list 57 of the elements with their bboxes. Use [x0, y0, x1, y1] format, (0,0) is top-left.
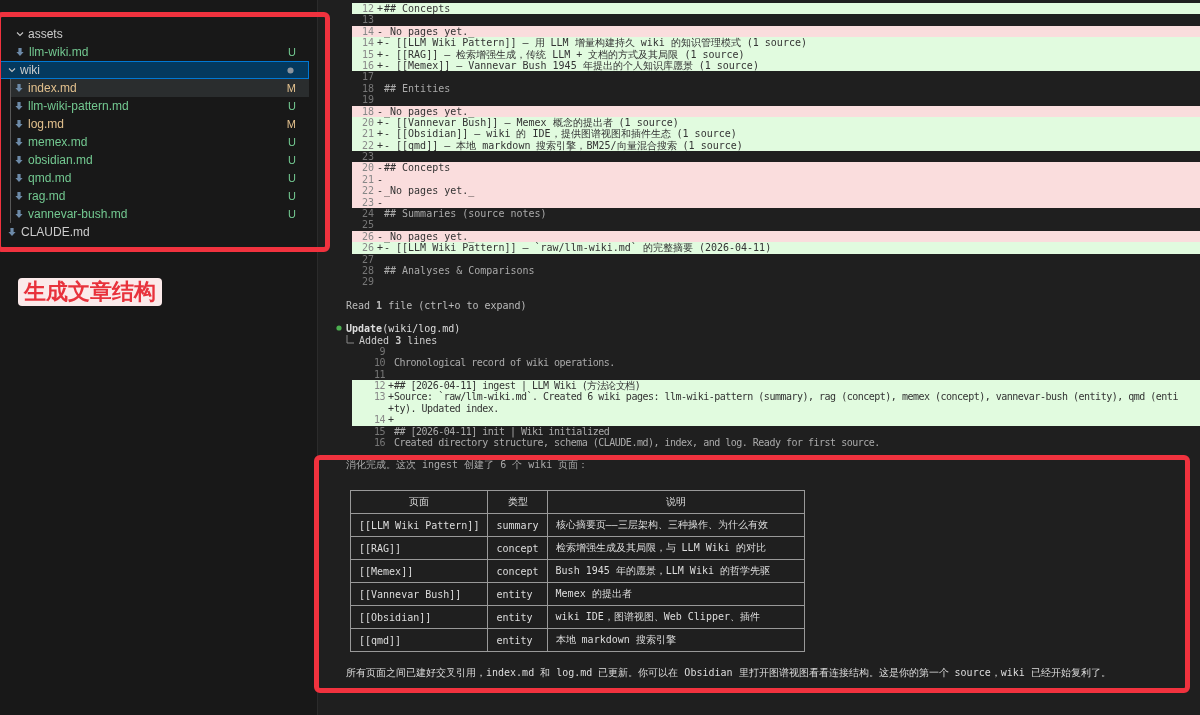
file-icon — [16, 47, 24, 57]
table-cell: [[qmd]] — [350, 628, 488, 652]
tree-item[interactable]: llm-wiki-pattern.md U — [11, 97, 309, 115]
annotation-label: 生成文章结构 — [18, 278, 162, 306]
diff-line: 19 — [360, 94, 375, 106]
tree-item[interactable]: qmd.md U — [11, 169, 309, 187]
branch-icon — [346, 335, 354, 346]
table-cell: [[Memex]] — [350, 559, 488, 583]
status-dot-icon — [336, 325, 342, 332]
table-cell: concept — [487, 536, 548, 560]
diff-line: 27 — [360, 253, 375, 265]
table-cell: summary — [487, 513, 548, 537]
diff-line: 29 — [360, 276, 375, 288]
tree-item[interactable]: index.md M — [11, 79, 309, 97]
summary-heading: 消化完成。这次 ingest 创建了 6 个 wiki 页面： — [346, 458, 590, 472]
column-header: 说明 — [547, 490, 805, 514]
tree-item[interactable]: vannevar-bush.md U — [11, 205, 309, 223]
tree-item[interactable]: rag.md U — [11, 187, 309, 205]
tree-item[interactable]: obsidian.md U — [11, 151, 309, 169]
table-cell: entity — [487, 628, 548, 652]
table-cell: Bush 1945 年的愿景，LLM Wiki 的哲学先驱 — [547, 559, 805, 583]
diff-line: 24 ## Summaries (source notes) — [360, 208, 548, 220]
summary-paragraph: 所有页面之间已建好交叉引用，index.md 和 log.md 已更新。你可以在 Obsidian 里打开图谱视图看看连接结构。这是你的第一个 source，wiki 已经开始复利了。 — [346, 666, 1112, 680]
diff-line: 18 ## Entities — [360, 82, 452, 95]
table-cell: entity — [487, 582, 548, 606]
table-cell: [[Obsidian]] — [350, 605, 488, 629]
column-header: 页面 — [350, 490, 488, 514]
tree-item[interactable]: wiki — [0, 61, 309, 79]
diff-line: 17 — [360, 71, 375, 83]
diff-line: 9 — [378, 345, 386, 358]
diff-line: 15 ## [2026-04-11] init | Wiki initialized — [372, 425, 611, 437]
tree-item[interactable]: log.md M — [11, 115, 309, 133]
tree-item[interactable]: CLAUDE.md — [0, 223, 309, 241]
table-cell: concept — [487, 559, 548, 583]
diff-line: 25 — [360, 219, 375, 231]
table-cell: entity — [487, 605, 548, 629]
table-cell: 核心摘要页——三层架构、三种操作、为什么有效 — [547, 513, 805, 537]
tool-call-title: Update(wiki/log.md) — [346, 322, 461, 334]
tree-item[interactable]: memex.md U — [11, 133, 309, 151]
table-cell: 本地 markdown 搜索引擎 — [547, 628, 805, 652]
status-text: Read 1 file (ctrl+o to expand) — [346, 299, 528, 311]
table-cell: 检索增强生成及其局限，与 LLM Wiki 的对比 — [547, 536, 805, 560]
diff-line: 13 — [360, 14, 375, 26]
table-cell: [[Vannevar Bush]] — [350, 582, 488, 606]
diff-line: 10 Chronological record of wiki operations. — [372, 357, 616, 369]
table-cell: [[RAG]] — [350, 536, 488, 560]
tree-item[interactable]: assets — [0, 25, 309, 43]
diff-line: 28 ## Analyses & Comparisons — [360, 265, 536, 277]
table-cell: [[LLM Wiki Pattern]] — [350, 513, 488, 537]
diff-line: 23 — [360, 151, 375, 163]
table-cell: Memex 的提出者 — [547, 582, 805, 606]
diff-line: 11 — [372, 368, 386, 380]
table-cell: wiki IDE，图谱视图、Web Clipper、插件 — [547, 605, 805, 629]
diff-line: 16 Created directory structure, schema (CLAUDE.md), index, and log. Ready for first source. — [372, 436, 881, 449]
tool-call-summary: Added 3 lines — [359, 334, 438, 346]
tree-item[interactable]: llm-wiki.md U — [0, 43, 309, 61]
column-header: 类型 — [487, 490, 548, 514]
